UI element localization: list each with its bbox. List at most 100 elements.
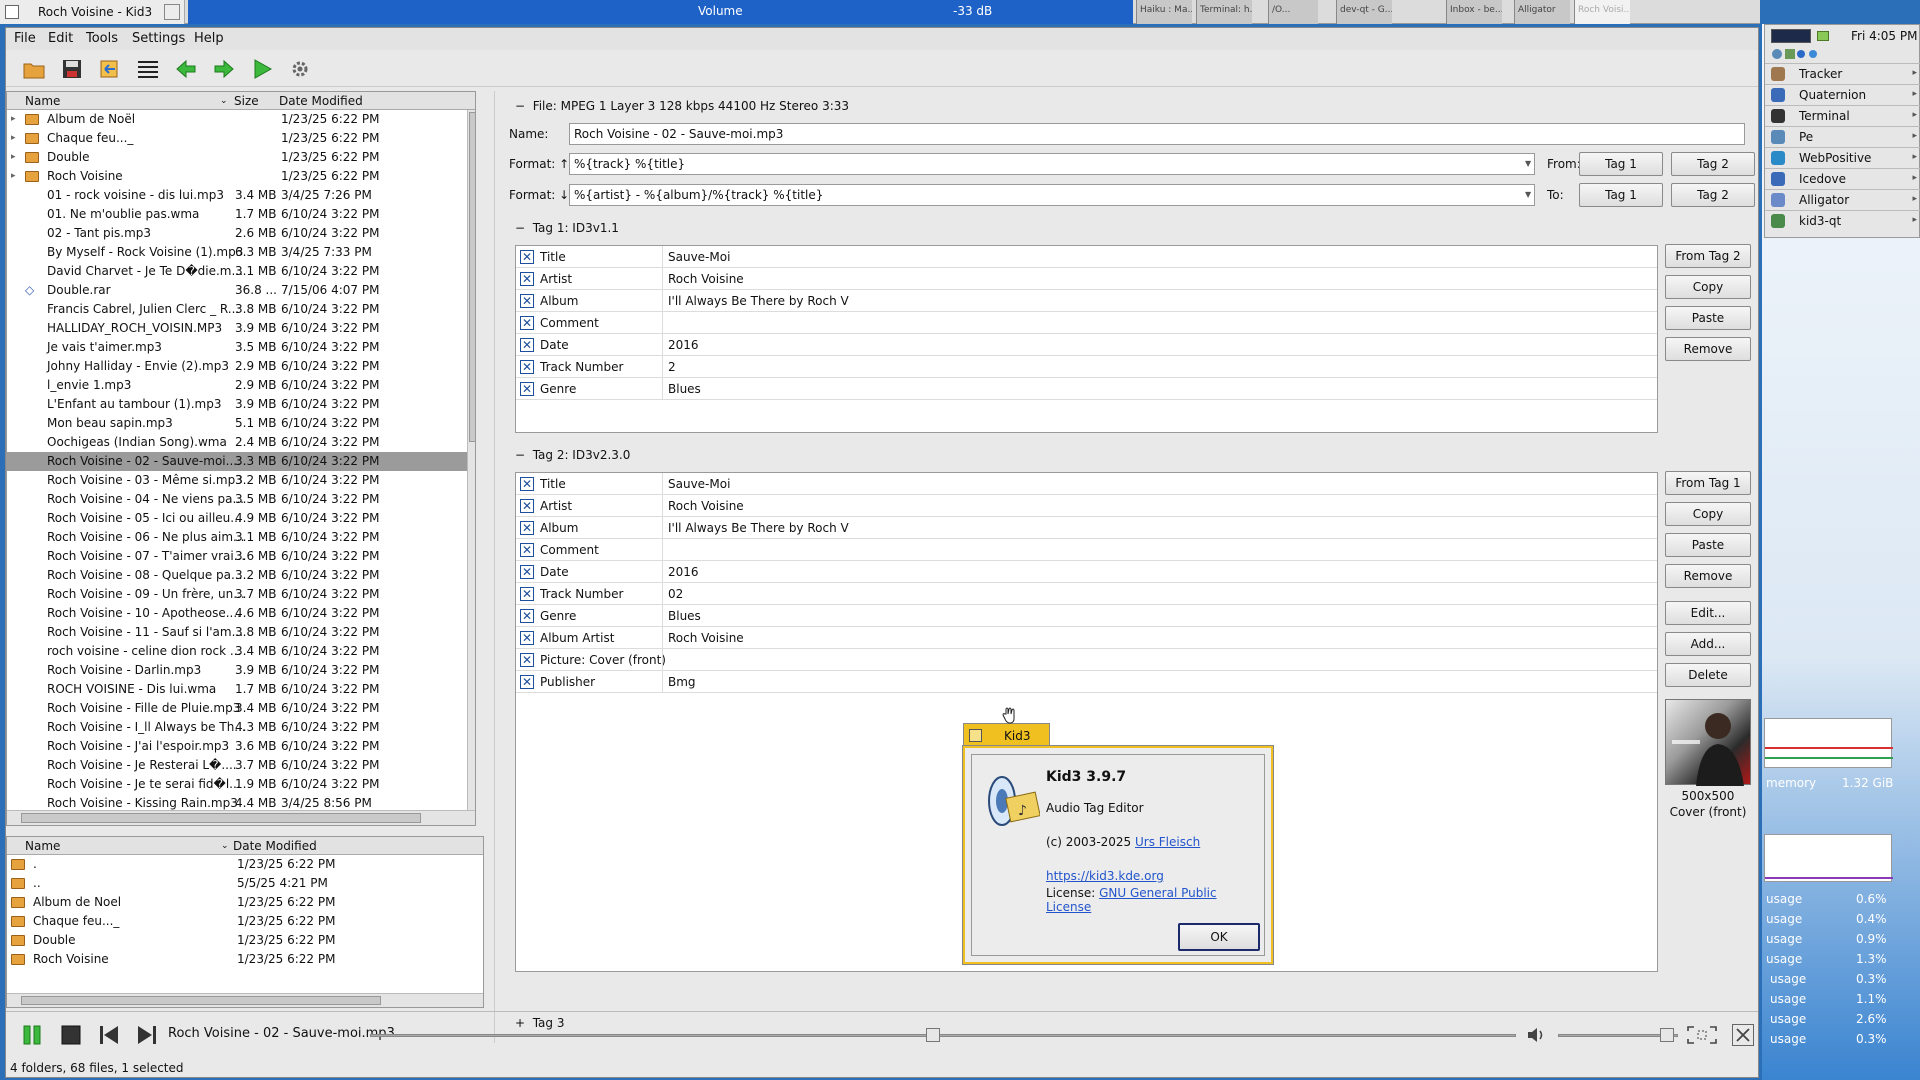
mini-window-1[interactable]: Haiku : Ma... <box>1136 0 1192 24</box>
expand-arrow-icon[interactable]: ▸ <box>11 114 16 124</box>
select-all-icon[interactable] <box>136 57 160 81</box>
tag1-row[interactable]: ✕ Title Sauve-Moi <box>516 246 1657 268</box>
tag1-paste-button[interactable]: Paste <box>1665 306 1751 330</box>
tray-icons[interactable] <box>1771 47 1821 61</box>
tag2-row[interactable]: ✕ Date 2016 <box>516 561 1657 583</box>
revert-icon[interactable] <box>98 57 122 81</box>
file-row[interactable]: ▸ Roch Voisine 1/23/25 6:22 PM <box>7 167 467 186</box>
volume-icon[interactable] <box>1526 1025 1546 1045</box>
to-tag1-button[interactable]: Tag 1 <box>1579 183 1663 207</box>
file-row[interactable]: L'Enfant au tambour (1).mp3 3.9 MB 6/10/24… <box>7 395 467 414</box>
tag2-row[interactable]: ✕ Album Artist Roch Voisine <box>516 627 1657 649</box>
file-row[interactable]: Francis Cabrel, Julien Clerc _ R... 3.8 M… <box>7 300 467 319</box>
pause-button[interactable] <box>22 1024 42 1046</box>
window-tab[interactable]: Roch Voisine - Kid3 <box>0 0 185 24</box>
menu-tools[interactable]: Tools <box>86 31 118 46</box>
file-row[interactable]: roch voisine - celine dion rock ... 3.4 M… <box>7 642 467 661</box>
deskbar-item[interactable]: Quaternion ▸ <box>1765 84 1920 105</box>
checkbox[interactable]: ✕ <box>520 653 534 667</box>
file-row[interactable]: Roch Voisine - 07 - T'aimer vrai... 3.6 M… <box>7 547 467 566</box>
settings-icon[interactable] <box>288 57 312 81</box>
homepage-link[interactable]: https://kid3.kde.org <box>1046 869 1164 883</box>
file-row[interactable]: ▸ Album de Noël 1/23/25 6:22 PM <box>7 110 467 129</box>
window-zoom-button[interactable] <box>164 4 180 20</box>
workspaces-icon[interactable] <box>1771 29 1811 43</box>
play-icon[interactable] <box>250 57 274 81</box>
checkbox[interactable]: ✕ <box>520 477 534 491</box>
next-file-icon[interactable] <box>212 57 236 81</box>
checkbox[interactable]: ✕ <box>520 294 534 308</box>
about-ok-button[interactable]: OK <box>1178 923 1260 951</box>
frame-value[interactable]: 2016 <box>668 338 699 352</box>
from-tag2-button[interactable]: Tag 2 <box>1671 152 1755 176</box>
checkbox[interactable]: ✕ <box>520 609 534 623</box>
frame-value[interactable]: 2016 <box>668 565 699 579</box>
checkbox[interactable]: ✕ <box>520 499 534 513</box>
menu-edit[interactable]: Edit <box>48 31 73 46</box>
tag2-row[interactable]: ✕ Genre Blues <box>516 605 1657 627</box>
file-list-hscroll-thumb[interactable] <box>21 813 421 823</box>
frame-value[interactable]: Bmg <box>668 675 696 689</box>
dir-row[interactable]: . 1/23/25 6:22 PM <box>7 855 483 874</box>
frame-value[interactable]: Roch Voisine <box>668 499 744 513</box>
deskbar-item[interactable]: WebPositive ▸ <box>1765 147 1920 168</box>
tag1-row[interactable]: ✕ Track Number 2 <box>516 356 1657 378</box>
cover-art-image[interactable] <box>1665 699 1751 786</box>
deskbar-item[interactable]: Terminal ▸ <box>1765 105 1920 126</box>
file-row[interactable]: Roch Voisine - 09 - Un frère, un... 3.7 M… <box>7 585 467 604</box>
battery-icon[interactable] <box>1817 31 1829 41</box>
frame-value[interactable]: Sauve-Moi <box>668 250 730 264</box>
menu-file[interactable]: File <box>14 31 36 46</box>
haiku-leaf-logo[interactable] <box>1812 4 1912 24</box>
frame-value[interactable]: Roch Voisine <box>668 631 744 645</box>
dir-list-hscroll[interactable] <box>7 993 483 1007</box>
from-tag1-button[interactable]: Tag 1 <box>1579 152 1663 176</box>
about-dialog-close-button[interactable] <box>969 729 982 742</box>
checkbox[interactable]: ✕ <box>520 587 534 601</box>
file-row[interactable]: Roch Voisine - I_ll Always be Th... 4.3 M… <box>7 718 467 737</box>
tag2-from-tag1-button[interactable]: From Tag 1 <box>1665 471 1751 495</box>
file-row[interactable]: 01. Ne m'oublie pas.wma 1.7 MB 6/10/24 3:2… <box>7 205 467 224</box>
file-row[interactable]: By Myself - Rock Voisine (1).mp3 6.3 MB 3/… <box>7 243 467 262</box>
frame-value[interactable]: Blues <box>668 609 701 623</box>
tag2-edit-button[interactable]: Edit... <box>1665 601 1751 625</box>
tag2-row[interactable]: ✕ Picture: Cover (front) <box>516 649 1657 671</box>
author-link[interactable]: Urs Fleisch <box>1135 835 1200 849</box>
tag2-remove-button[interactable]: Remove <box>1665 564 1751 588</box>
file-row[interactable]: Je vais t'aimer.mp3 3.5 MB 6/10/24 3:22 PM <box>7 338 467 357</box>
tag2-row[interactable]: ✕ Comment <box>516 539 1657 561</box>
deskbar-item[interactable]: kid3-qt ▸ <box>1765 210 1920 231</box>
file-row[interactable]: ▸ Double 1/23/25 6:22 PM <box>7 148 467 167</box>
close-player-icon[interactable] <box>1732 1024 1754 1046</box>
file-row[interactable]: Roch Voisine - 08 - Quelque pa... 3.2 MB 6… <box>7 566 467 585</box>
stop-button[interactable] <box>60 1024 82 1046</box>
expand-arrow-icon[interactable]: ▸ <box>11 133 16 143</box>
file-row[interactable]: 01 - rock voisine - dis lui.mp3 3.4 MB 3/4… <box>7 186 467 205</box>
tag2-delete-button[interactable]: Delete <box>1665 663 1751 687</box>
file-row[interactable]: Johny Halliday - Envie (2).mp3 2.9 MB 6/10… <box>7 357 467 376</box>
tag1-header[interactable]: − Tag 1: ID3v1.1 <box>515 221 619 235</box>
checkbox[interactable]: ✕ <box>520 382 534 396</box>
file-row[interactable]: l_envie 1.mp3 2.9 MB 6/10/24 3:22 PM <box>7 376 467 395</box>
expand-arrow-icon[interactable]: ▸ <box>11 171 16 181</box>
frame-value[interactable]: 02 <box>668 587 683 601</box>
column-name[interactable]: Name <box>25 94 60 108</box>
file-list-vscroll-thumb[interactable] <box>469 112 475 442</box>
mini-window-7[interactable]: Roch Voisi... <box>1574 0 1630 24</box>
tag1-row[interactable]: ✕ Album I'll Always Be There by Roch V <box>516 290 1657 312</box>
mini-window-5[interactable]: Inbox - be... <box>1446 0 1502 24</box>
file-row[interactable]: Roch Voisine - 03 - Même si.mp3 3.2 MB 6/1… <box>7 471 467 490</box>
tag1-row[interactable]: ✕ Genre Blues <box>516 378 1657 400</box>
dir-column-name[interactable]: Name <box>25 839 60 853</box>
column-size[interactable]: Size <box>234 94 259 108</box>
checkbox[interactable]: ✕ <box>520 316 534 330</box>
frame-value[interactable]: I'll Always Be There by Roch V <box>668 294 849 308</box>
file-row[interactable]: Roch Voisine - Fille de Pluie.mp3 3.4 MB 6… <box>7 699 467 718</box>
dir-column-date[interactable]: Date Modified <box>233 839 317 853</box>
tag2-copy-button[interactable]: Copy <box>1665 502 1751 526</box>
file-row[interactable]: Roch Voisine - 04 - Ne viens pa... 3.5 MB… <box>7 490 467 509</box>
checkbox[interactable]: ✕ <box>520 272 534 286</box>
checkbox[interactable]: ✕ <box>520 675 534 689</box>
seek-slider[interactable] <box>370 1028 1516 1042</box>
previous-track-button[interactable] <box>98 1024 120 1046</box>
